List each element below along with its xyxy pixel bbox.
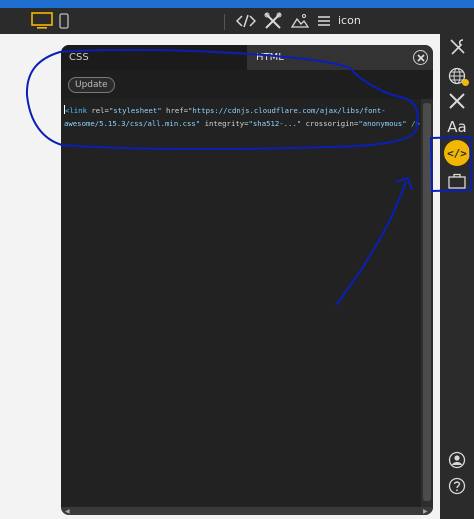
scroll-left-arrow-icon[interactable]: ◀ — [65, 508, 70, 515]
menu-label[interactable]: icon — [338, 14, 361, 27]
sidebar-tools-icon[interactable] — [440, 34, 474, 60]
image-icon[interactable] — [290, 11, 310, 31]
font-icon[interactable]: Aa — [443, 115, 471, 139]
horizontal-scrollbar[interactable]: ◀ ▶ — [61, 507, 433, 515]
briefcase-icon[interactable] — [443, 169, 471, 193]
top-toolbar: icon — [0, 8, 474, 34]
tools-icon[interactable] — [443, 89, 471, 113]
vertical-scrollbar[interactable] — [421, 99, 433, 507]
code-textarea[interactable]: <link rel="stylesheet" href="https://cdn… — [61, 99, 421, 507]
help-icon[interactable] — [443, 474, 471, 498]
tab-html[interactable]: HTML — [247, 45, 433, 70]
scroll-right-arrow-icon[interactable]: ▶ — [423, 508, 428, 515]
update-button[interactable]: Update — [68, 77, 115, 93]
editor-tabs: CSS HTML — [61, 45, 433, 70]
menu-icon[interactable] — [317, 11, 331, 31]
code-line: awesome/5.15.3/css/all.min.css" integrit… — [64, 119, 420, 128]
code-editor-panel: CSS HTML Update <link rel="stylesheet" h… — [61, 45, 433, 515]
right-sidebar: Aa </> — [440, 34, 474, 519]
code-icon[interactable]: </> — [444, 140, 470, 166]
code-line: <link rel="stylesheet" href="https://cdn… — [64, 105, 386, 115]
window-top-accent-bar — [0, 0, 474, 8]
close-icon — [416, 53, 425, 62]
tools-icon[interactable] — [263, 11, 283, 31]
mobile-icon[interactable] — [58, 11, 70, 31]
globe-status-dot — [462, 79, 469, 86]
close-button[interactable] — [413, 50, 428, 65]
tab-css[interactable]: CSS — [61, 45, 247, 70]
monitor-icon[interactable] — [30, 11, 54, 31]
code-icon[interactable] — [234, 11, 258, 31]
vertical-scrollbar-thumb[interactable] — [423, 103, 431, 501]
globe-icon[interactable] — [443, 64, 471, 88]
user-icon[interactable] — [443, 448, 471, 472]
toolbar-separator — [224, 14, 225, 30]
